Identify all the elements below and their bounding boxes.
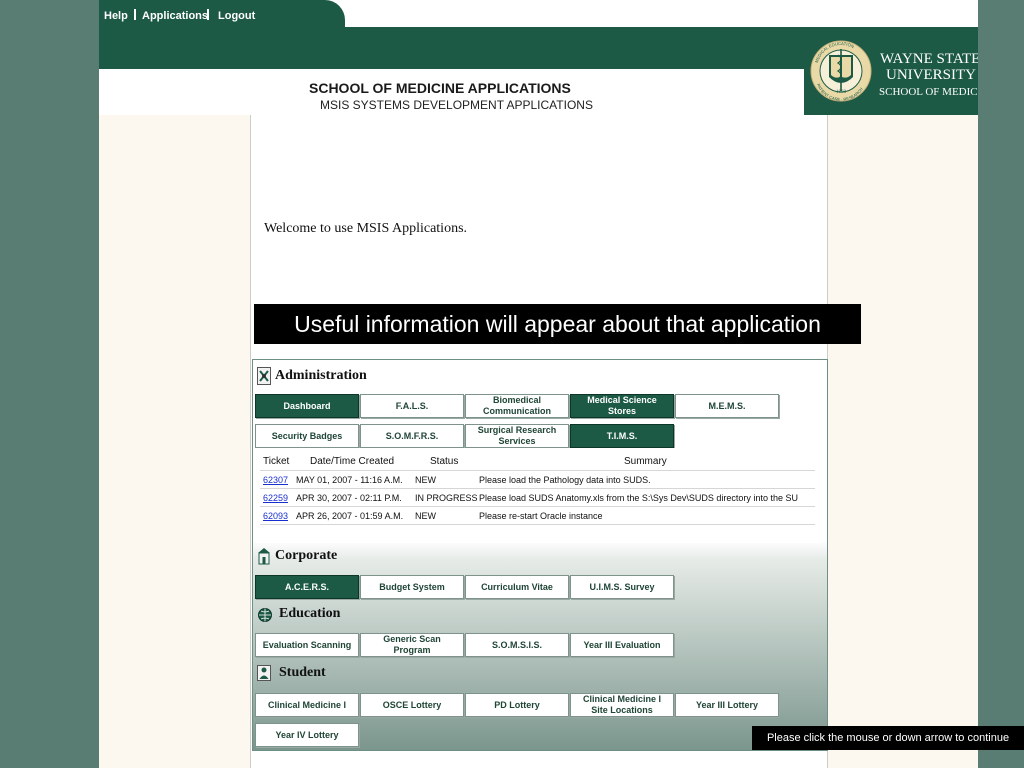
- app-button-evaluation-scanning[interactable]: Evaluation Scanning: [255, 633, 359, 657]
- ticket-summary: Please load SUDS Anatomy.xls from the S:…: [479, 493, 798, 503]
- app-button-surgical-research-services[interactable]: Surgical Research Services: [465, 424, 569, 448]
- building-icon: [258, 548, 270, 565]
- app-button-curriculum-vitae[interactable]: Curriculum Vitae: [465, 575, 569, 599]
- ticket-link[interactable]: 62093: [263, 510, 288, 522]
- nav-logout-link[interactable]: Logout: [218, 10, 255, 23]
- applications-panel: Administration Dashboard F.A.L.S. Biomed…: [252, 359, 828, 751]
- page-subtitle: MSIS SYSTEMS DEVELOPMENT APPLICATIONS: [320, 98, 593, 112]
- section-title: Education: [279, 606, 341, 621]
- column-header-date: Date/Time Created: [310, 456, 395, 467]
- seal-year: 1868: [836, 90, 847, 95]
- app-button-somsis[interactable]: S.O.M.S.I.S.: [465, 633, 569, 657]
- ticket-link[interactable]: 62259: [263, 492, 288, 504]
- welcome-message: Welcome to use MSIS Applications.: [264, 221, 468, 236]
- top-navigation: Help Applications Logout: [99, 0, 345, 28]
- nav-separator: [134, 9, 136, 20]
- ticket-date: APR 30, 2007 - 02:11 P.M.: [296, 493, 402, 503]
- app-button-generic-scan-program[interactable]: Generic Scan Program: [360, 633, 464, 657]
- app-button-fals[interactable]: F.A.L.S.: [360, 394, 464, 418]
- globe-icon: [258, 608, 272, 622]
- continue-hint: Please click the mouse or down arrow to …: [752, 726, 1024, 750]
- app-button-acers[interactable]: A.C.E.R.S.: [255, 575, 359, 599]
- app-button-year-iii-evaluation[interactable]: Year III Evaluation: [570, 633, 674, 657]
- column-header-status: Status: [430, 456, 459, 467]
- ticket-status: NEW: [415, 475, 436, 485]
- section-title: Administration: [275, 368, 367, 383]
- row-divider: [260, 524, 815, 525]
- app-button-biomedical-communication[interactable]: Biomedical Communication: [465, 394, 569, 418]
- administration-icon: [257, 367, 271, 385]
- app-button-tims[interactable]: T.I.M.S.: [570, 424, 674, 448]
- app-button-budget-system[interactable]: Budget System: [360, 575, 464, 599]
- app-button-year-iv-lottery[interactable]: Year IV Lottery: [255, 723, 359, 747]
- column-header-ticket: Ticket: [263, 456, 290, 467]
- ticket-table: Ticket Date/Time Created Status Summary …: [256, 448, 822, 543]
- app-button-security-badges[interactable]: Security Badges: [255, 424, 359, 448]
- school-name: SCHOOL OF MEDICINE: [879, 86, 978, 98]
- app-button-dashboard[interactable]: Dashboard: [255, 394, 359, 418]
- app-button-mems[interactable]: M.E.M.S.: [675, 394, 779, 418]
- ticket-link[interactable]: 62307: [263, 474, 288, 486]
- nav-help-link[interactable]: Help: [104, 10, 128, 23]
- app-button-somfrs[interactable]: S.O.M.F.R.S.: [360, 424, 464, 448]
- row-divider: [260, 488, 815, 489]
- ticket-status: IN PROGRESS: [415, 493, 478, 503]
- row-divider: [260, 506, 815, 507]
- student-icon: [257, 665, 271, 681]
- page-title: SCHOOL OF MEDICINE APPLICATIONS: [309, 80, 571, 96]
- app-button-year-iii-lottery[interactable]: Year III Lottery: [675, 693, 779, 717]
- ticket-status: NEW: [415, 511, 436, 521]
- app-button-osce-lottery[interactable]: OSCE Lottery: [360, 693, 464, 717]
- ticket-summary: Please re-start Oracle instance: [479, 511, 603, 521]
- row-divider: [260, 470, 815, 471]
- info-callout: Useful information will appear about tha…: [254, 304, 861, 344]
- university-seal-icon: 1868 MEDICAL EDUCATION PATIENT CARE · RE…: [810, 40, 872, 102]
- ticket-summary: Please load the Pathology data into SUDS…: [479, 475, 651, 485]
- university-logo: 1868 MEDICAL EDUCATION PATIENT CARE · RE…: [804, 27, 978, 115]
- column-header-summary: Summary: [624, 456, 667, 467]
- university-name-line2: UNIVERSITY: [886, 67, 976, 83]
- section-title: Corporate: [275, 548, 338, 563]
- ticket-date: APR 26, 2007 - 01:59 A.M.: [296, 511, 404, 521]
- app-button-pd-lottery[interactable]: PD Lottery: [465, 693, 569, 717]
- right-margin-column: [827, 115, 978, 768]
- university-name-line1: WAYNE STATE: [880, 51, 978, 67]
- app-button-clinical-medicine-i[interactable]: Clinical Medicine I: [255, 693, 359, 717]
- app-button-uims-survey[interactable]: U.I.M.S. Survey: [570, 575, 674, 599]
- section-title: Student: [279, 665, 326, 680]
- ticket-date: MAY 01, 2007 - 11:16 A.M.: [296, 475, 403, 485]
- site-header: SCHOOL OF MEDICINE APPLICATIONS MSIS SYS…: [99, 27, 978, 115]
- left-margin-column: [99, 115, 251, 768]
- nav-separator: [207, 9, 209, 20]
- nav-applications-link[interactable]: Applications: [142, 10, 208, 23]
- app-button-medical-science-stores[interactable]: Medical Science Stores: [570, 394, 674, 418]
- app-button-clinical-medicine-site-locations[interactable]: Clinical Medicine I Site Locations: [570, 693, 674, 717]
